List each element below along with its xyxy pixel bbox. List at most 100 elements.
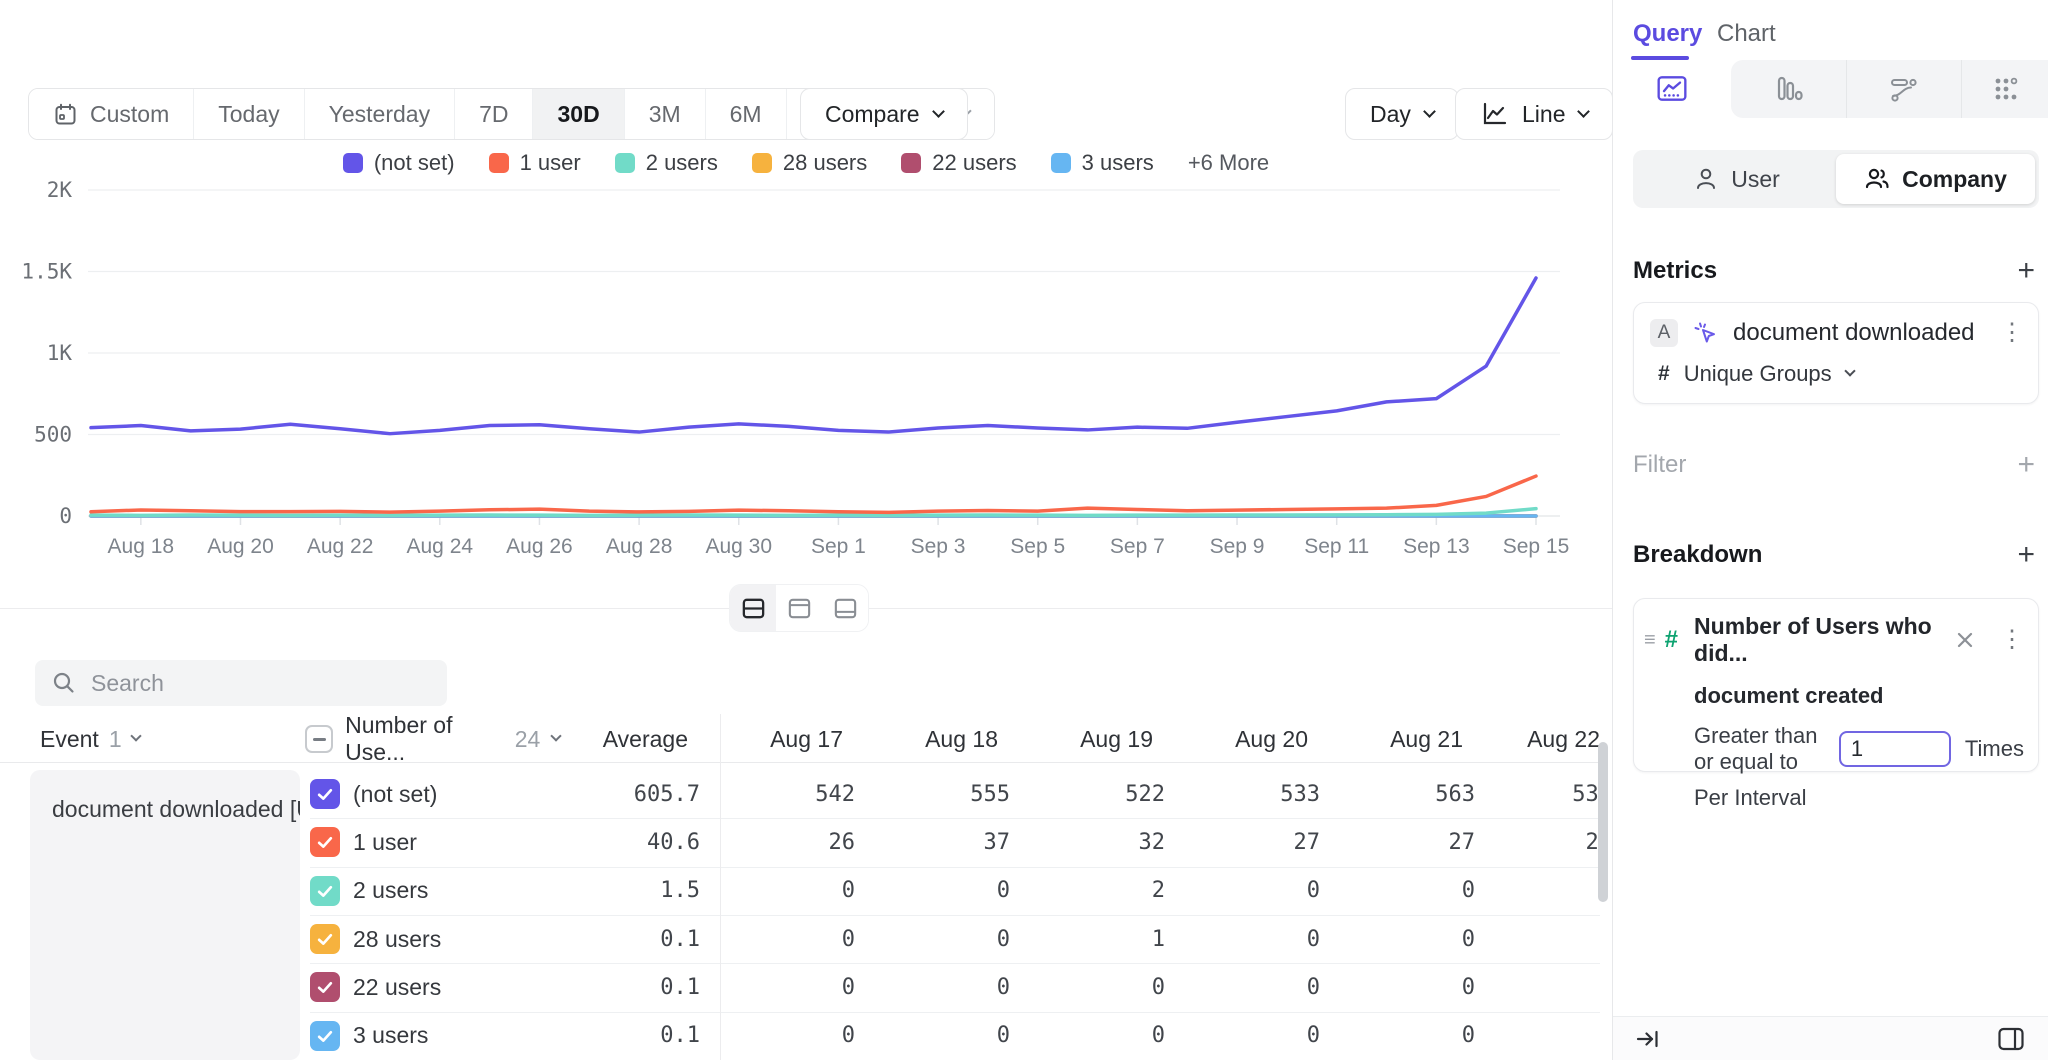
row-group: (not set)	[310, 779, 570, 809]
x-tick-label: Aug 20	[207, 535, 274, 558]
add-metric-button[interactable]: +	[2017, 256, 2035, 286]
row-value: 542	[700, 782, 855, 807]
row-value: 27	[1320, 830, 1475, 855]
granularity-button[interactable]: Day	[1345, 88, 1459, 140]
series-1 user[interactable]	[91, 476, 1536, 512]
collapse-panel-button[interactable]	[1635, 1026, 1661, 1052]
line-chart[interactable]: 05001K1.5K2KAug 18Aug 20Aug 22Aug 24Aug …	[0, 178, 1612, 578]
group-column-header[interactable]: Number of Use... 24	[305, 716, 560, 762]
metrics-section-header: Metrics +	[1633, 256, 2035, 286]
range-7d[interactable]: 7D	[455, 89, 533, 139]
range-custom[interactable]: Custom	[29, 89, 194, 139]
metric-measure-selector[interactable]: # Unique Groups	[1658, 361, 2024, 387]
table-row-3-users[interactable]: 3 users0.1000000	[30, 1012, 1600, 1060]
range-label: 6M	[730, 101, 762, 128]
row-checkbox[interactable]	[310, 827, 340, 857]
legend-item[interactable]: 28 users	[752, 150, 867, 176]
chart-type-line-button[interactable]	[1613, 60, 1731, 118]
row-label: 28 users	[353, 926, 441, 953]
chart-type-grid-button[interactable]	[1961, 60, 2048, 118]
split-view-button[interactable]	[730, 585, 776, 631]
toggle-side-panel-button[interactable]	[1996, 1024, 2026, 1054]
entity-option-company[interactable]: Company	[1836, 154, 2035, 204]
breakdown-value-input[interactable]	[1839, 731, 1951, 767]
series-(not set)[interactable]	[91, 278, 1536, 434]
legend-swatch	[752, 153, 772, 173]
chart-type-bar-button[interactable]	[1731, 60, 1846, 118]
legend-item[interactable]: 2 users	[615, 150, 718, 176]
add-filter-button[interactable]: +	[2017, 450, 2035, 480]
event-column-header[interactable]: Event 1	[30, 726, 305, 753]
bottom-panel-view-icon	[832, 595, 859, 622]
column-header-aug-21: Aug 21	[1308, 726, 1463, 753]
metric-card[interactable]: A document downloaded ⋮ # Unique Groups	[1633, 302, 2039, 404]
remove-breakdown-button[interactable]	[1954, 629, 1976, 651]
top-panel-view-button[interactable]	[776, 585, 822, 631]
row-checkbox[interactable]	[310, 924, 340, 954]
row-value: 0	[1475, 1023, 1600, 1048]
x-tick-label: Sep 5	[1010, 535, 1065, 558]
breakdown-event-name[interactable]: document created	[1694, 683, 2024, 709]
range-6m[interactable]: 6M	[706, 89, 787, 139]
check-icon	[315, 832, 335, 852]
chart-type-button[interactable]: Line	[1455, 88, 1613, 140]
breakdown-condition-label: Greater than or equal to	[1694, 723, 1825, 775]
legend-item[interactable]: 22 users	[901, 150, 1016, 176]
entity-user-label: User	[1731, 166, 1780, 193]
range-today[interactable]: Today	[194, 89, 304, 139]
metric-menu-button[interactable]: ⋮	[2000, 321, 2024, 345]
table-row-28-users[interactable]: 28 users0.1001000	[30, 915, 1600, 963]
y-tick-label: 1K	[47, 341, 73, 365]
breakdown-card[interactable]: ≡ # Number of Users who did... ⋮ documen…	[1633, 598, 2039, 772]
metric-event-name[interactable]: document downloaded	[1733, 319, 1975, 347]
legend-swatch	[1051, 153, 1071, 173]
range-3m[interactable]: 3M	[625, 89, 706, 139]
range-30d[interactable]: 30D	[533, 89, 624, 139]
breakdown-menu-button[interactable]: ⋮	[2000, 628, 2024, 652]
select-all-checkbox[interactable]	[305, 725, 333, 753]
row-average: 40.6	[570, 830, 700, 855]
row-value: 0	[1320, 927, 1475, 952]
range-label: Yesterday	[329, 101, 430, 128]
compare-button[interactable]: Compare	[800, 88, 968, 140]
range-label: Today	[218, 101, 279, 128]
x-tick-label: Aug 28	[606, 535, 673, 558]
add-breakdown-button[interactable]: +	[2017, 540, 2035, 570]
table-row-1-user[interactable]: 1 user40.6263732272728	[30, 818, 1600, 866]
chart-type-label: Line	[1522, 101, 1565, 128]
tab-chart[interactable]: Chart	[1717, 20, 1776, 48]
x-tick-label: Aug 18	[108, 535, 175, 558]
row-checkbox[interactable]	[310, 1021, 340, 1051]
group-header-label: Number of Use...	[345, 716, 503, 762]
chart-type-flow-button[interactable]	[1846, 60, 1961, 118]
flow-chart-icon	[1889, 74, 1919, 104]
drag-handle-icon[interactable]: ≡	[1644, 629, 1655, 652]
tab-query[interactable]: Query	[1633, 20, 1702, 48]
arrow-to-bar-icon	[1635, 1026, 1661, 1052]
bottom-panel-view-button[interactable]	[822, 585, 868, 631]
table-scrollbar[interactable]	[1598, 742, 1608, 902]
legend-item[interactable]: 3 users	[1051, 150, 1154, 176]
table-row-22-users[interactable]: 22 users0.1000000	[30, 963, 1600, 1011]
event-header-label: Event	[40, 726, 99, 753]
indeterminate-icon	[313, 738, 326, 741]
row-value: 563	[1320, 782, 1475, 807]
search-input[interactable]	[91, 670, 431, 697]
row-checkbox[interactable]	[310, 876, 340, 906]
row-value: 0	[855, 878, 1010, 903]
entity-option-user[interactable]: User	[1637, 154, 1836, 204]
close-icon	[1954, 629, 1976, 651]
event-count: 1	[109, 726, 122, 753]
breakdown-property-name[interactable]: Number of Users who did...	[1694, 613, 1944, 667]
table-row-2-users[interactable]: 2 users1.5002000	[30, 867, 1600, 915]
legend-item[interactable]: (not set)	[343, 150, 455, 176]
row-checkbox[interactable]	[310, 779, 340, 809]
legend-label: 1 user	[520, 150, 581, 176]
range-yesterday[interactable]: Yesterday	[305, 89, 455, 139]
table-row--not-set-[interactable]: (not set)605.7542555522533563530	[30, 770, 1600, 818]
row-checkbox[interactable]	[310, 972, 340, 1002]
table-body: (not set)605.75425555225335635301 user40…	[30, 770, 1600, 1060]
legend-item[interactable]: 1 user	[489, 150, 581, 176]
legend-more[interactable]: +6 More	[1188, 150, 1269, 176]
check-icon	[315, 929, 335, 949]
